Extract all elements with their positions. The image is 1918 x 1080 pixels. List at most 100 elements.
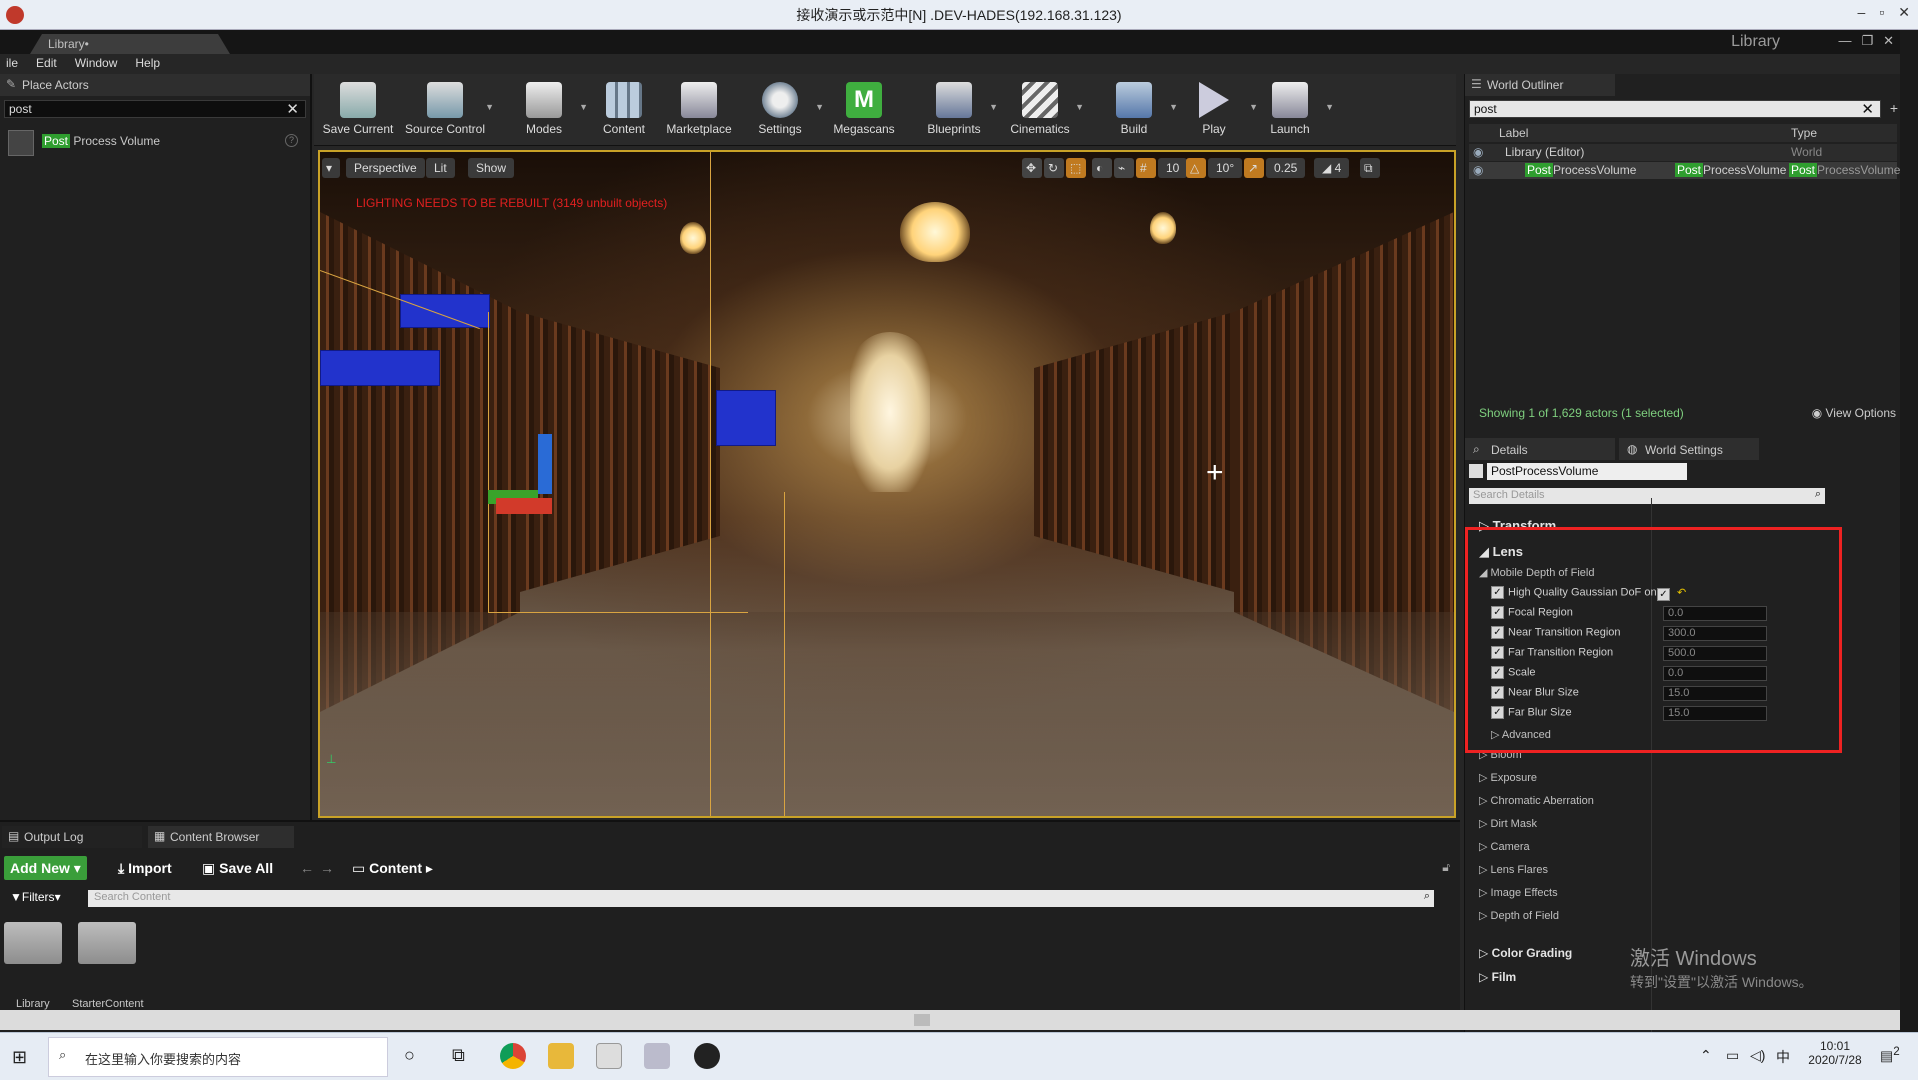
section-depth-of-field[interactable]: ▷ Depth of Field [1479,909,1559,922]
menu-help[interactable]: Help [135,56,160,70]
blueprints-button[interactable]: Blueprints ▼ [914,76,998,144]
chevron-down-icon[interactable]: ▼ [815,102,824,112]
level-tab[interactable]: Library• [30,34,230,54]
notification-icon[interactable]: ▤2 [1880,1045,1900,1065]
camera-speed-button[interactable]: ◢ 4 [1314,158,1350,178]
world-outliner-tab[interactable]: ☰ World Outliner [1465,74,1615,96]
level-viewport[interactable]: ▾ Perspective Lit Show ✥ ↻ ⬚ ◐ ⌁ # 10 △ … [318,150,1456,818]
folder-library-icon[interactable] [4,922,62,964]
grid-snap-icon[interactable]: # [1136,158,1156,178]
scrollbar-thumb[interactable] [914,1014,930,1026]
outliner-search[interactable]: post ✕ [1469,100,1881,118]
network-icon[interactable]: ▭ [1726,1047,1739,1064]
chevron-down-icon[interactable]: ▼ [989,102,998,112]
scale-snap-value[interactable]: 0.25 [1266,158,1306,178]
tray-chevron-icon[interactable]: ⌃ [1700,1047,1712,1064]
minimize-icon[interactable]: – [1858,4,1866,21]
place-actors-tab[interactable]: ✎ Place Actors [0,74,310,96]
settings-button[interactable]: Settings ▼ [740,76,824,144]
help-icon[interactable]: ? [285,134,298,147]
rotate-icon[interactable]: ↻ [1044,158,1064,178]
filters-button[interactable]: ▼Filters▾ [8,888,84,908]
cinematics-button[interactable]: Cinematics ▼ [1000,76,1084,144]
place-actors-search[interactable]: post ✕ [4,100,306,118]
visibility-eye-icon[interactable]: ◉ [1473,145,1483,159]
section-chromatic-aberration[interactable]: ▷ Chromatic Aberration [1479,794,1594,807]
camera-actor[interactable] [320,350,440,386]
play-button[interactable]: Play ▼ [1174,76,1258,144]
save-all-button[interactable]: ▣ Save All [196,856,279,880]
menu-file[interactable]: ile [6,56,18,70]
perspective-button[interactable]: Perspective [346,158,425,178]
surface-snap-icon[interactable]: ⌁ [1114,158,1134,178]
visibility-eye-icon[interactable]: ◉ [1473,163,1483,177]
folder-startercontent-icon[interactable] [78,922,136,964]
section-exposure[interactable]: ▷ Exposure [1479,771,1537,784]
text-editor-icon[interactable] [596,1043,622,1069]
task-view-icon[interactable]: ⧉ [452,1045,465,1066]
chrome-icon[interactable] [500,1043,526,1069]
modes-button[interactable]: Modes ▼ [504,76,588,144]
camera-actor[interactable] [400,294,490,328]
cortana-icon[interactable]: ○ [404,1045,415,1066]
content-button[interactable]: Content [584,76,664,144]
unreal-engine-icon[interactable] [694,1043,720,1069]
path-content[interactable]: ▭ Content ▸ [346,856,439,880]
editor-close-icon[interactable]: ✕ [1883,33,1894,49]
gizmo-z-axis[interactable] [538,434,552,494]
outliner-row-world[interactable]: ◉ Library (Editor) World [1469,144,1897,161]
history-forward-button[interactable]: → [314,856,340,880]
chevron-down-icon[interactable]: ▼ [485,102,494,112]
gizmo-x-axis[interactable] [496,498,552,514]
scale-icon[interactable]: ⬚ [1066,158,1086,178]
clear-search-icon[interactable]: ✕ [1861,100,1874,118]
clear-search-icon[interactable]: ✕ [286,100,299,118]
menu-edit[interactable]: Edit [36,56,57,70]
maximize-viewport-icon[interactable]: ⧉ [1360,158,1380,178]
view-options-button[interactable]: ◉ View Options [1812,406,1896,420]
volume-icon[interactable]: ◁) [1750,1047,1765,1064]
horizontal-scrollbar[interactable] [0,1010,1900,1030]
marketplace-button[interactable]: Marketplace [654,76,744,144]
lock-icon[interactable]: 🔓︎ [1442,860,1450,875]
grid-snap-value[interactable]: 10 [1158,158,1188,178]
windows-start-icon[interactable]: ⊞ [12,1047,27,1068]
tab-world-settings[interactable]: ◍ World Settings [1619,438,1759,460]
rotation-snap-icon[interactable]: △ [1186,158,1206,178]
section-dirt-mask[interactable]: ▷ Dirt Mask [1479,817,1537,830]
add-new-button[interactable]: Add New ▾ [4,856,87,880]
tab-details[interactable]: ⌕ Details [1465,438,1615,460]
camera-actor[interactable] [716,390,776,446]
import-button[interactable]: ⤓ Import [112,856,178,880]
section-lens-flares[interactable]: ▷ Lens Flares [1479,863,1548,876]
taskbar-search[interactable]: ⌕ 在这里输入你要搜索的内容 [48,1037,388,1077]
category-color-grading[interactable]: ▷ Color Grading [1479,946,1572,960]
file-explorer-icon[interactable] [548,1043,574,1069]
column-label[interactable]: Label [1499,126,1528,140]
translate-icon[interactable]: ✥ [1022,158,1042,178]
actor-list-item[interactable]: Post Process Volume ? [0,128,310,158]
save-current-button[interactable]: Save Current [318,76,398,144]
section-image-effects[interactable]: ▷ Image Effects [1479,886,1558,899]
content-search-input[interactable]: Search Content ⌕ [88,890,1434,907]
rotation-snap-value[interactable]: 10° [1208,158,1243,178]
editor-minimize-icon[interactable]: — [1838,33,1851,49]
section-camera[interactable]: ▷ Camera [1479,840,1530,853]
show-button[interactable]: Show [468,158,515,178]
tab-output-log[interactable]: ▤ Output Log [2,826,142,848]
world-local-icon[interactable]: ◐ [1092,158,1112,178]
build-button[interactable]: Build ▼ [1094,76,1178,144]
editor-restore-icon[interactable]: ❐ [1861,33,1873,49]
tab-content-browser[interactable]: ▦ Content Browser [148,826,294,848]
lit-button[interactable]: Lit [426,158,455,178]
outliner-row-postprocess[interactable]: ◉ Post ProcessVolume Post ProcessVolume Po… [1469,162,1900,179]
scale-snap-icon[interactable]: ↗ [1244,158,1264,178]
clock[interactable]: 10:01 2020/7/28 [1800,1039,1870,1067]
search-details-input[interactable]: Search Details ⌕ [1469,488,1825,504]
object-name-field[interactable]: PostProcessVolume [1487,463,1687,480]
add-filter-icon[interactable]: + [1890,100,1898,116]
maximize-icon[interactable]: ▫ [1879,4,1884,21]
close-icon[interactable]: ✕ [1898,4,1910,21]
launch-button[interactable]: Launch ▼ [1250,76,1334,144]
viewport-options-button[interactable]: ▾ [322,158,340,178]
